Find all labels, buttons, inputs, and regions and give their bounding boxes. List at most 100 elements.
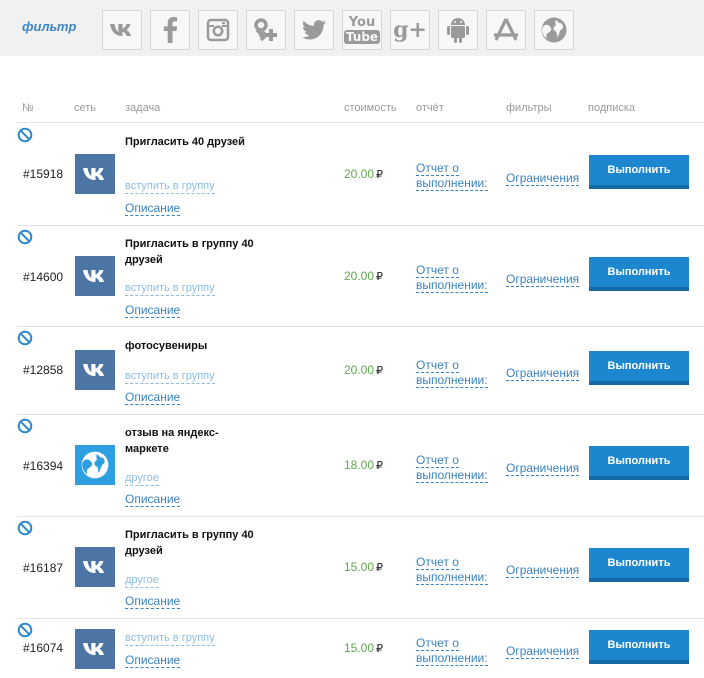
price-value: 18.00 xyxy=(344,458,375,472)
task-title: отзыв на яндекс-маркете xyxy=(125,427,219,455)
filter-facebook-icon[interactable] xyxy=(150,10,190,50)
task-report-link[interactable]: Отчет о выполнении: xyxy=(416,555,506,585)
currency-symbol: ₽ xyxy=(376,643,384,655)
task-report-link[interactable]: Отчет о выполнении: xyxy=(416,161,506,191)
task-limits-link[interactable]: Ограничения xyxy=(506,644,580,659)
task-row: #16187 Пригласить в группу 40 друзей дру… xyxy=(17,516,704,618)
hide-task-icon[interactable] xyxy=(17,520,33,536)
youtube-you-text: You xyxy=(348,15,376,30)
currency-symbol: ₽ xyxy=(376,169,384,181)
report-text: Отчет о выполнении: xyxy=(416,453,488,483)
price-value: 15.00 xyxy=(344,641,375,655)
task-row: #14600 Пригласить в группу 40 друзей вст… xyxy=(17,225,704,326)
execute-button[interactable]: Выполнить xyxy=(589,257,689,291)
currency-symbol: ₽ xyxy=(376,271,384,283)
task-limits-link[interactable]: Ограничения xyxy=(506,563,580,578)
filter-google-plus-icon[interactable]: g+ xyxy=(390,10,430,50)
vk-icon xyxy=(75,629,115,669)
task-limits-link[interactable]: Ограничения xyxy=(506,272,580,287)
task-row: #12858 фотосувениры вступить в группу Оп… xyxy=(17,326,704,414)
task-report-link[interactable]: Отчет о выполнении: xyxy=(416,358,506,388)
task-report-link[interactable]: Отчет о выполнении: xyxy=(416,636,506,666)
filter-appstore-icon[interactable] xyxy=(486,10,526,50)
task-description-link[interactable]: Описание xyxy=(125,492,181,507)
task-limits-link[interactable]: Ограничения xyxy=(506,171,580,186)
filter-twitter-icon[interactable] xyxy=(294,10,334,50)
task-price: 18.00 ₽ xyxy=(344,458,383,472)
execute-button[interactable]: Выполнить xyxy=(589,630,689,664)
header-num: № xyxy=(22,102,34,114)
vk-icon xyxy=(75,256,115,296)
filter-globe-icon[interactable] xyxy=(534,10,574,50)
price-value: 20.00 xyxy=(344,269,375,283)
report-text: Отчет о выполнении: xyxy=(416,636,488,666)
task-id: #12858 xyxy=(23,363,64,377)
currency-symbol: ₽ xyxy=(376,365,384,377)
report-text: Отчет о выполнении: xyxy=(416,555,488,585)
task-price: 15.00 ₽ xyxy=(344,641,383,655)
task-action-link[interactable]: вступить в группу xyxy=(125,180,215,194)
header-network: сеть xyxy=(74,102,97,114)
task-description-link[interactable]: Описание xyxy=(125,390,181,405)
report-text: Отчет о выполнении: xyxy=(416,358,488,388)
task-limits-link[interactable]: Ограничения xyxy=(506,366,580,381)
hide-task-icon[interactable] xyxy=(17,418,33,434)
filter-instagram-icon[interactable] xyxy=(198,10,238,50)
task-title: Пригласить в группу 40 друзей xyxy=(125,238,254,266)
globe-icon xyxy=(75,445,115,485)
price-value: 20.00 xyxy=(344,167,375,181)
price-value: 15.00 xyxy=(344,560,375,574)
filter-odnoklassniki-icon[interactable] xyxy=(246,10,286,50)
filter-label: фильтр xyxy=(22,19,77,34)
task-limits-link[interactable]: Ограничения xyxy=(506,461,580,476)
task-action-link[interactable]: вступить в группу xyxy=(125,370,215,384)
gplus-text: g+ xyxy=(393,17,427,43)
task-id: #16074 xyxy=(23,641,64,655)
filter-bar: фильтр You Tube g+ xyxy=(0,0,704,56)
task-title: Пригласить в группу 40 друзей xyxy=(125,529,254,557)
task-row: #16074 вступить в группу Описание 15.00 ₽… xyxy=(17,618,704,678)
header-report: отчёт xyxy=(416,102,444,114)
task-id: #16187 xyxy=(23,561,64,575)
task-id: #14600 xyxy=(23,270,64,284)
execute-button[interactable]: Выполнить xyxy=(589,446,689,480)
task-description-link[interactable]: Описание xyxy=(125,201,181,216)
vk-icon xyxy=(75,350,115,390)
hide-task-icon[interactable] xyxy=(17,330,33,346)
header-filters: фильтры xyxy=(506,102,552,114)
task-report-link[interactable]: Отчет о выполнении: xyxy=(416,453,506,483)
price-value: 20.00 xyxy=(344,363,375,377)
currency-symbol: ₽ xyxy=(376,460,384,472)
task-row: #15918 Пригласить 40 друзей вступить в г… xyxy=(17,122,704,225)
currency-symbol: ₽ xyxy=(376,562,384,574)
task-action-link[interactable]: другое xyxy=(125,574,159,588)
task-price: 20.00 ₽ xyxy=(344,363,383,377)
task-id: #15918 xyxy=(23,167,64,181)
filter-youtube-icon[interactable]: You Tube xyxy=(342,10,382,50)
task-price: 15.00 ₽ xyxy=(344,560,383,574)
hide-task-icon[interactable] xyxy=(17,622,33,638)
hide-task-icon[interactable] xyxy=(17,229,33,245)
header-price: стоимость xyxy=(344,102,397,114)
execute-button[interactable]: Выполнить xyxy=(589,351,689,385)
youtube-tube-text: Tube xyxy=(343,30,381,44)
filter-android-icon[interactable] xyxy=(438,10,478,50)
task-action-link[interactable]: другое xyxy=(125,472,159,486)
filter-vk-icon[interactable] xyxy=(102,10,142,50)
task-description-link[interactable]: Описание xyxy=(125,303,181,318)
execute-button[interactable]: Выполнить xyxy=(589,155,689,189)
task-price: 20.00 ₽ xyxy=(344,269,383,283)
task-title: Пригласить 40 друзей xyxy=(125,136,245,148)
task-description-link[interactable]: Описание xyxy=(125,594,181,609)
task-action-link[interactable]: вступить в группу xyxy=(125,632,215,646)
task-action-link[interactable]: вступить в группу xyxy=(125,282,215,296)
task-id: #16394 xyxy=(23,459,64,473)
task-report-link[interactable]: Отчет о выполнении: xyxy=(416,263,506,293)
task-title: фотосувениры xyxy=(125,340,208,352)
report-text: Отчет о выполнении: xyxy=(416,161,488,191)
execute-button[interactable]: Выполнить xyxy=(589,548,689,582)
vk-icon xyxy=(75,154,115,194)
task-row: #16394 отзыв на яндекс-маркете другое Оп… xyxy=(17,414,704,516)
hide-task-icon[interactable] xyxy=(17,127,33,143)
task-description-link[interactable]: Описание xyxy=(125,653,181,668)
